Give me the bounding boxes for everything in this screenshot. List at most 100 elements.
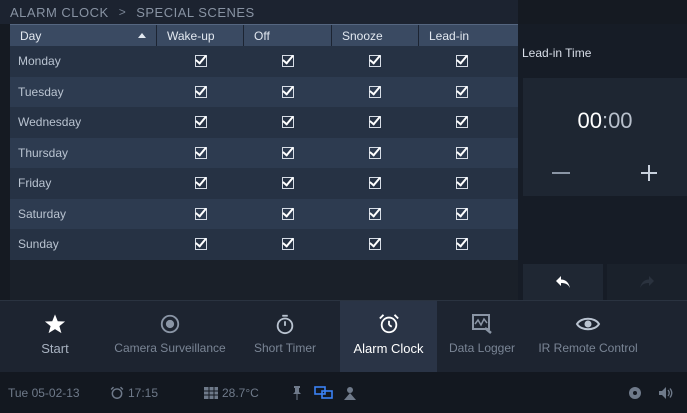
wakeup-checkbox[interactable] — [194, 55, 207, 68]
off-cell — [244, 146, 331, 159]
column-header-off[interactable]: Off — [244, 25, 332, 46]
forward-button[interactable] — [607, 264, 687, 300]
nav-camera-surveillance[interactable]: Camera Surveillance — [110, 301, 230, 373]
snooze-checkbox[interactable] — [368, 238, 381, 251]
day-cell: Tuesday — [18, 84, 64, 99]
snooze-cell — [331, 177, 418, 190]
off-cell — [244, 238, 331, 251]
camera-icon — [160, 314, 180, 334]
nav-camera-label: Camera Surveillance — [114, 341, 226, 355]
nav-alarm-clock-label: Alarm Clock — [353, 341, 424, 356]
increment-button[interactable] — [619, 158, 679, 188]
temperature-grid-icon — [204, 386, 218, 399]
time-editor: 00:00 — [523, 78, 687, 196]
network-icon[interactable] — [314, 385, 334, 400]
leadin-checkbox[interactable] — [455, 116, 468, 129]
leadin-checkbox[interactable] — [455, 207, 468, 220]
snooze-cell — [331, 55, 418, 68]
settings-icon[interactable] — [628, 386, 642, 400]
wakeup-cell — [157, 177, 244, 190]
leadin-cell — [418, 55, 505, 68]
nav-ir-remote-control[interactable]: IR Remote Control — [527, 301, 649, 373]
eye-icon — [575, 317, 601, 331]
leadin-cell — [418, 116, 505, 129]
nav-ir-remote-label: IR Remote Control — [538, 341, 638, 355]
table-row: Monday — [10, 46, 518, 77]
snooze-cell — [331, 146, 418, 159]
nav-data-logger[interactable]: Data Logger — [437, 301, 527, 373]
off-checkbox[interactable] — [281, 55, 294, 68]
minutes-value[interactable]: 00 — [608, 108, 632, 133]
leadin-checkbox[interactable] — [455, 238, 468, 251]
off-checkbox[interactable] — [281, 207, 294, 220]
breadcrumb-root[interactable]: ALARM CLOCK — [10, 5, 109, 20]
wakeup-checkbox[interactable] — [194, 177, 207, 190]
lead-in-panel: Lead-in Time 00:00 — [518, 24, 687, 300]
snooze-checkbox[interactable] — [368, 116, 381, 129]
table-row: Saturday — [10, 198, 518, 229]
column-header-day[interactable]: Day — [10, 25, 157, 46]
snooze-checkbox[interactable] — [368, 55, 381, 68]
nav-short-timer[interactable]: Short Timer — [230, 301, 340, 373]
table-body: Monday Tuesday Wednesday Thursday Friday Satu… — [10, 46, 518, 260]
wakeup-checkbox[interactable] — [194, 207, 207, 220]
leadin-cell — [418, 177, 505, 190]
snooze-cell — [331, 207, 418, 220]
snooze-checkbox[interactable] — [368, 85, 381, 98]
table-row: Wednesday — [10, 107, 518, 138]
snooze-checkbox[interactable] — [368, 177, 381, 190]
off-cell — [244, 177, 331, 190]
column-header-leadin[interactable]: Lead-in — [419, 25, 506, 46]
sort-ascending-icon — [138, 33, 146, 38]
snooze-checkbox[interactable] — [368, 207, 381, 220]
leadin-checkbox[interactable] — [455, 146, 468, 159]
day-cell: Saturday — [18, 206, 67, 221]
alarm-clock-status-icon — [110, 386, 124, 399]
nav-more[interactable] — [649, 301, 687, 373]
snooze-checkbox[interactable] — [368, 146, 381, 159]
nav-data-logger-label: Data Logger — [448, 341, 516, 355]
nav-short-timer-label: Short Timer — [253, 341, 316, 355]
hours-value[interactable]: 00 — [577, 108, 601, 133]
leadin-checkbox[interactable] — [455, 85, 468, 98]
scenes-table: Day Wake-up Off Snooze Lead-in Monday Tue… — [10, 24, 518, 300]
bottom-nav: Start Camera Surveillance Short Timer Al… — [0, 300, 687, 373]
alarm-clock-icon — [378, 314, 399, 334]
nav-alarm-clock[interactable]: Alarm Clock — [340, 301, 437, 373]
decrement-button[interactable] — [531, 158, 591, 188]
snooze-cell — [331, 238, 418, 251]
status-temperature: 28.7°C — [204, 386, 259, 400]
user-icon — [344, 386, 356, 400]
table-row: Sunday — [10, 229, 518, 260]
column-header-wakeup[interactable]: Wake-up — [157, 25, 244, 46]
wakeup-checkbox[interactable] — [194, 116, 207, 129]
wakeup-checkbox[interactable] — [194, 85, 207, 98]
back-button[interactable] — [523, 264, 603, 300]
leadin-cell — [418, 207, 505, 220]
leadin-checkbox[interactable] — [455, 177, 468, 190]
wakeup-checkbox[interactable] — [194, 146, 207, 159]
stopwatch-icon — [276, 314, 294, 335]
snooze-cell — [331, 85, 418, 98]
volume-icon[interactable] — [658, 386, 674, 400]
wakeup-checkbox[interactable] — [194, 238, 207, 251]
status-time-text: 17:15 — [128, 385, 159, 400]
off-checkbox[interactable] — [281, 116, 294, 129]
leadin-cell — [418, 85, 505, 98]
time-display: 00:00 — [523, 108, 687, 134]
nav-start-label: Start — [41, 341, 69, 356]
nav-start[interactable]: Start — [0, 301, 110, 373]
day-cell: Monday — [18, 54, 61, 69]
pin-icon — [292, 385, 302, 400]
day-cell: Friday — [18, 176, 52, 191]
day-cell: Thursday — [18, 145, 69, 160]
off-checkbox[interactable] — [281, 177, 294, 190]
forward-arrow-icon — [640, 276, 654, 288]
leadin-checkbox[interactable] — [455, 55, 468, 68]
column-header-snooze[interactable]: Snooze — [332, 25, 419, 46]
off-checkbox[interactable] — [281, 238, 294, 251]
off-checkbox[interactable] — [281, 146, 294, 159]
wakeup-cell — [157, 55, 244, 68]
off-checkbox[interactable] — [281, 85, 294, 98]
leadin-cell — [418, 146, 505, 159]
